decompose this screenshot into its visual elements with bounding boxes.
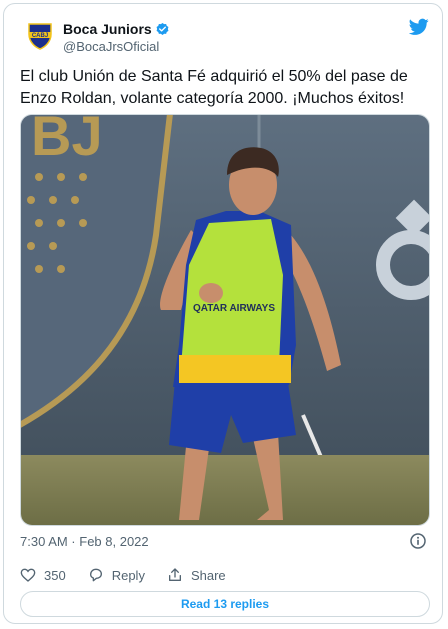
twitter-bird-icon[interactable]	[409, 18, 429, 36]
photo-scene: BJ QATAR AIRWAYS	[21, 115, 429, 525]
tweet-timestamp[interactable]: 7:30 AM · Feb 8, 2022	[20, 534, 149, 549]
like-button[interactable]: 350	[20, 567, 66, 583]
name-row: Boca Juniors	[63, 20, 170, 38]
share-button[interactable]: Share	[167, 567, 226, 583]
author-handle[interactable]: @BocaJrsOficial	[63, 39, 159, 54]
read-replies-button[interactable]: Read 13 replies	[20, 591, 430, 617]
verified-badge-icon	[156, 22, 169, 35]
reply-bubble-icon	[89, 568, 102, 582]
jersey-sponsor-text: QATAR AIRWAYS	[193, 303, 275, 314]
share-label: Share	[190, 567, 226, 583]
tweet-actions: 350 Reply Share	[20, 565, 248, 585]
reply-button[interactable]: Reply	[88, 567, 145, 583]
tweet-card: CABJ Boca Juniors @BocaJrsOficial El clu…	[3, 3, 443, 624]
display-name[interactable]: Boca Juniors	[63, 21, 152, 37]
tweet-header: CABJ Boca Juniors @BocaJrsOficial	[19, 16, 429, 56]
like-count: 350	[44, 567, 66, 583]
reply-label: Reply	[111, 567, 145, 583]
avatar-text: CABJ	[32, 33, 48, 39]
svg-text:BJ: BJ	[31, 115, 103, 167]
share-icon	[168, 568, 181, 581]
heart-icon	[20, 568, 36, 582]
avatar[interactable]: CABJ	[25, 21, 55, 51]
info-icon[interactable]	[410, 533, 426, 549]
tweet-photo[interactable]: BJ QATAR AIRWAYS	[20, 114, 430, 526]
tweet-text: El club Unión de Santa Fé adquirió el 50…	[20, 68, 408, 107]
